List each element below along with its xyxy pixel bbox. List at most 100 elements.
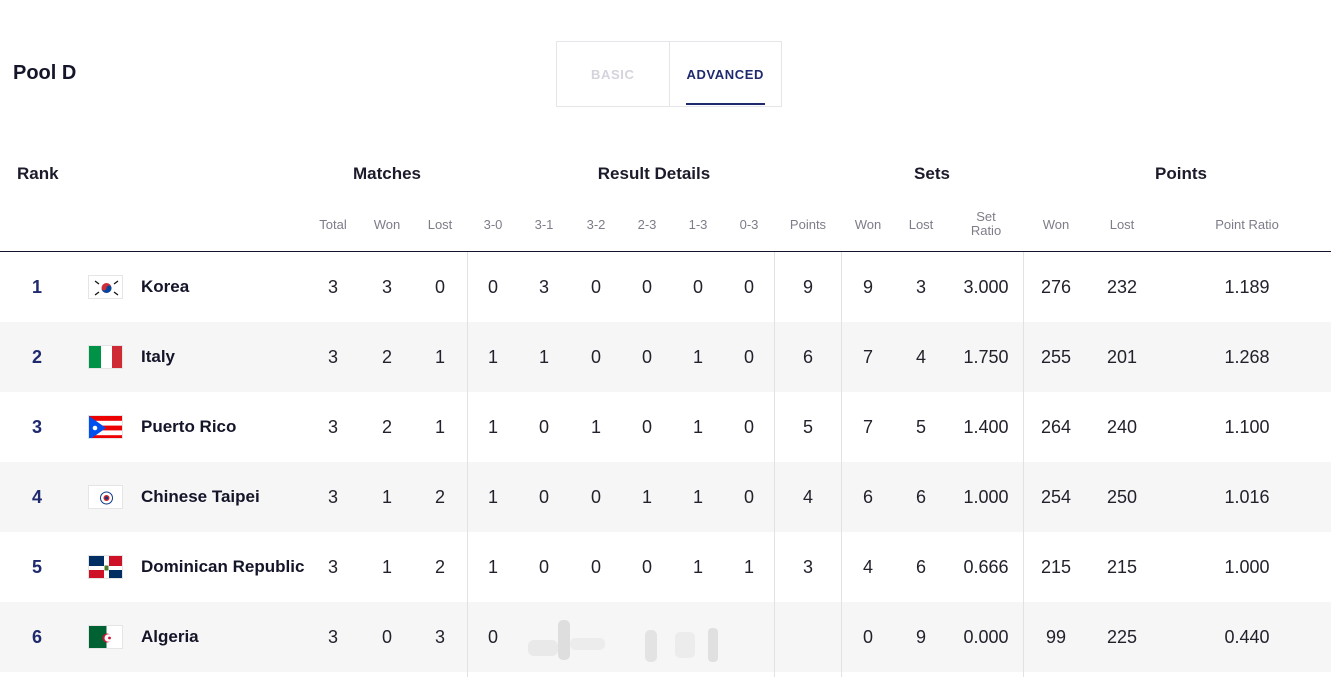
point-ratio: 1.100 (1224, 417, 1270, 437)
result-3-1: 0 (538, 557, 550, 577)
table-row[interactable]: 1 Korea 3 3 0 0 3 0 0 0 0 9 9 3 3.000 276 232 1.189 (0, 252, 1331, 322)
points-header: Points (1155, 164, 1207, 183)
tab-advanced-label: ADVANCED (686, 66, 764, 82)
rank-number: 3 (32, 417, 43, 437)
matches-header: Matches (352, 164, 422, 183)
col-03-header[interactable]: 0-3 (740, 218, 759, 232)
team-name[interactable]: Korea (141, 252, 189, 322)
matches-won: 1 (381, 557, 393, 577)
tab-basic[interactable]: BASIC (557, 42, 669, 106)
points-won: 254 (1040, 487, 1072, 507)
col-sets-lost-header[interactable]: Lost (909, 218, 934, 232)
result-2-3: 0 (641, 557, 653, 577)
sets-lost: 6 (915, 487, 927, 507)
table-row[interactable]: 5 Dominican Republic 3 1 2 1 0 0 0 1 1 3 4 6 0.666 215 2… (0, 532, 1331, 602)
matches-total: 3 (327, 627, 339, 647)
col-32-header[interactable]: 3-2 (587, 218, 606, 232)
points-won: 255 (1040, 347, 1072, 367)
result-0-3: 0 (743, 487, 755, 507)
column-divider (841, 252, 842, 677)
col-lost-header[interactable]: Lost (428, 218, 453, 232)
col-won-header[interactable]: Won (374, 218, 401, 232)
sets-lost: 6 (915, 557, 927, 577)
matches-total: 3 (327, 347, 339, 367)
col-total-header[interactable]: Total (319, 218, 346, 232)
matches-lost: 3 (434, 627, 446, 647)
points-value: 3 (802, 557, 814, 577)
col-points-lost-header[interactable]: Lost (1110, 218, 1135, 232)
col-points-won-header[interactable]: Won (1043, 218, 1070, 232)
col-sets-won-header[interactable]: Won (855, 218, 882, 232)
matches-total: 3 (327, 417, 339, 437)
result-0-3: 0 (743, 417, 755, 437)
set-ratio-line2: Ratio (970, 223, 1002, 238)
result-1-3: 0 (692, 277, 704, 297)
table-row[interactable]: 3 Puerto Rico 3 2 1 1 0 1 0 1 0 5 7 5 1.400 264 240 1.100 (0, 392, 1331, 462)
matches-lost: 0 (434, 277, 446, 297)
column-divider (774, 252, 775, 677)
algeria-flag-icon (88, 625, 123, 649)
result-2-3: 0 (641, 277, 653, 297)
points-lost: 215 (1106, 557, 1138, 577)
table-row[interactable]: 2 Italy 3 2 1 1 1 0 0 1 0 6 7 4 1.750 255 201 1.268 (0, 322, 1331, 392)
result-2-3: 0 (641, 347, 653, 367)
set-ratio: 1.400 (963, 417, 1009, 437)
result-1-3: 1 (692, 487, 704, 507)
matches-lost: 2 (434, 557, 446, 577)
points-won: 276 (1040, 277, 1072, 297)
rank-number: 6 (32, 627, 43, 647)
result-3-0: 1 (487, 417, 499, 437)
chinese-taipei-flag-icon (88, 485, 123, 509)
matches-won: 0 (381, 627, 393, 647)
team-name[interactable]: Italy (141, 322, 175, 392)
point-ratio: 0.440 (1224, 627, 1270, 647)
result-3-0: 0 (487, 627, 499, 647)
team-name[interactable]: Algeria (141, 602, 199, 672)
result-0-3: 0 (743, 347, 755, 367)
loading-overlay (528, 620, 718, 662)
puerto-rico-flag-icon (88, 415, 123, 439)
sets-won: 7 (862, 417, 874, 437)
result-2-3: 0 (641, 417, 653, 437)
sets-lost: 4 (915, 347, 927, 367)
team-name[interactable]: Puerto Rico (141, 392, 236, 462)
col-points-header[interactable]: Points (790, 218, 826, 232)
result-3-2: 0 (590, 347, 602, 367)
points-lost: 232 (1106, 277, 1138, 297)
col-31-header[interactable]: 3-1 (535, 218, 554, 232)
pool-title: Pool D (13, 62, 77, 84)
matches-total: 3 (327, 277, 339, 297)
column-divider (467, 252, 468, 677)
col-point-ratio-header[interactable]: Point Ratio (1215, 218, 1279, 232)
result-1-3: 1 (692, 557, 704, 577)
tab-advanced[interactable]: ADVANCED (668, 42, 782, 106)
points-won: 99 (1045, 627, 1067, 647)
result-3-1: 0 (538, 417, 550, 437)
col-set-ratio-header[interactable]: Set Ratio (971, 210, 1001, 238)
col-23-header[interactable]: 2-3 (638, 218, 657, 232)
italy-flag-icon (88, 345, 123, 369)
matches-won: 2 (381, 417, 393, 437)
result-3-2: 1 (590, 417, 602, 437)
team-name[interactable]: Dominican Republic (141, 532, 304, 602)
matches-lost: 1 (434, 417, 446, 437)
col-30-header[interactable]: 3-0 (484, 218, 503, 232)
points-won: 264 (1040, 417, 1072, 437)
set-ratio: 1.000 (963, 487, 1009, 507)
matches-lost: 1 (434, 347, 446, 367)
matches-won: 1 (381, 487, 393, 507)
rank-number: 5 (32, 557, 43, 577)
points-won: 215 (1040, 557, 1072, 577)
sets-won: 4 (862, 557, 874, 577)
result-1-3: 1 (692, 347, 704, 367)
team-name[interactable]: Chinese Taipei (141, 462, 260, 532)
active-tab-indicator (685, 103, 765, 105)
set-ratio: 0.000 (963, 627, 1009, 647)
result-3-1: 0 (538, 487, 550, 507)
result-3-2: 0 (590, 277, 602, 297)
points-value: 6 (802, 347, 814, 367)
result-2-3: 1 (641, 487, 653, 507)
table-row[interactable]: 4 Chinese Taipei 3 1 2 1 0 0 1 1 0 4 6 6 1.000 254 250 1.… (0, 462, 1331, 532)
col-13-header[interactable]: 1-3 (689, 218, 708, 232)
result-3-0: 0 (487, 277, 499, 297)
